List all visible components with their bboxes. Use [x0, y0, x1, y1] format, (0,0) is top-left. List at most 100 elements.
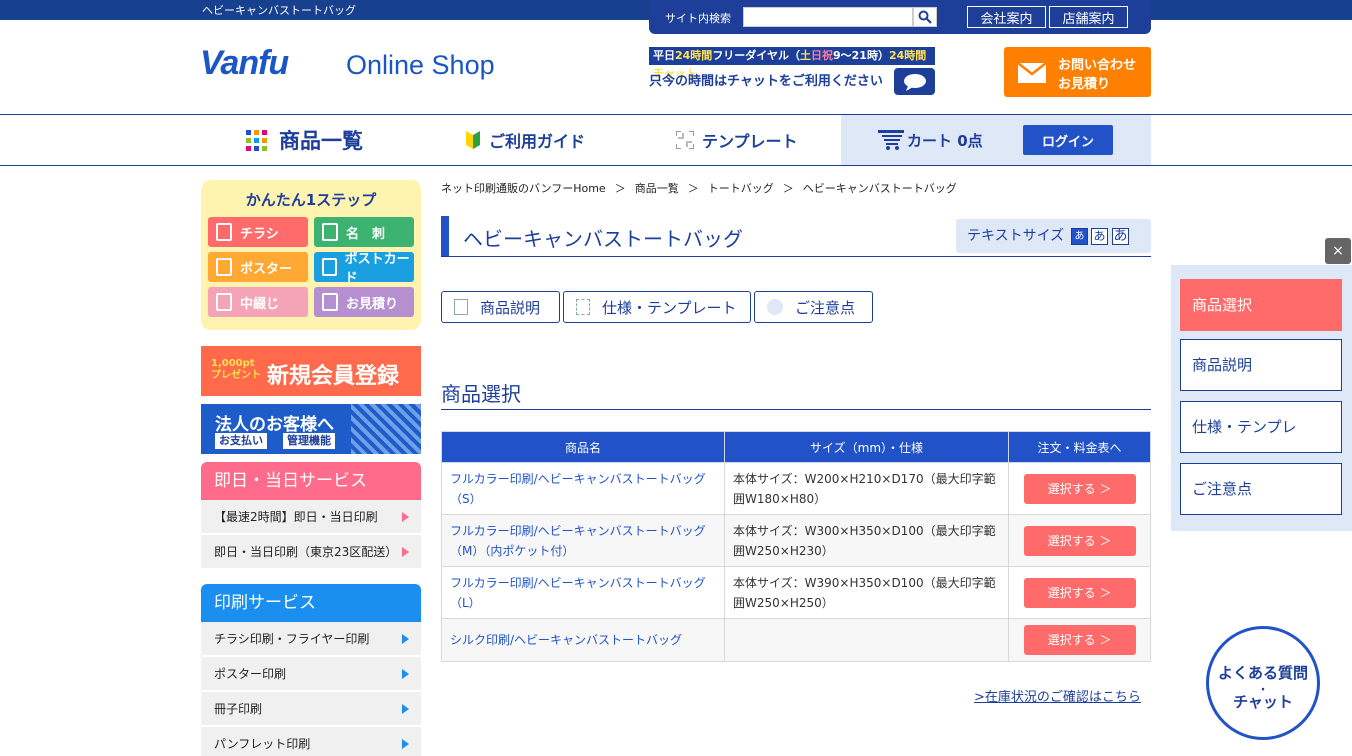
sidebar-item-label: 冊子印刷 — [214, 702, 263, 716]
breadcrumb-home[interactable]: ネット印刷通販のバンフーHome — [441, 182, 606, 195]
logo-text: Online Shop — [346, 50, 495, 80]
tab-spec-label: 仕様・テンプレート — [602, 298, 737, 317]
arrow-right-icon — [402, 704, 409, 714]
tab-notes-label: ご注意点 — [795, 298, 856, 317]
sidebar-item-label: パンフレット印刷 — [214, 737, 311, 751]
step-flyer-button[interactable]: チラシ — [208, 217, 308, 247]
sidebar-item-fastest[interactable]: 【最速2時間】即日・当日印刷 — [201, 500, 421, 534]
cart-area: カート 0点 ログイン — [841, 115, 1151, 165]
login-button[interactable]: ログイン — [1023, 125, 1113, 155]
member-signup-banner[interactable]: 1,000pt プレゼント 新規会員登録 — [201, 346, 421, 396]
product-name-link[interactable]: フルカラー印刷/ヘビーキャンバストートバッグ（L） — [441, 566, 725, 619]
sidebar-item-label: ポスター印刷 — [214, 667, 287, 681]
nav-guide[interactable]: ご利用ガイド — [466, 115, 585, 165]
step-postcard-button[interactable]: ポストカード — [314, 252, 414, 286]
select-button[interactable]: 選択する ＞ — [1023, 625, 1136, 655]
flyer-icon — [216, 223, 232, 241]
poster-icon — [216, 258, 232, 276]
breadcrumb-products[interactable]: 商品一覧 — [635, 182, 679, 195]
banner-points-gift: プレゼント — [211, 370, 261, 381]
sidebar-item-label: チラシ印刷・フライヤー印刷 — [214, 632, 370, 646]
text-size-large-button[interactable]: あ — [1112, 228, 1129, 245]
table-cell-action: 選択する ＞ — [1008, 618, 1151, 662]
chat-button[interactable] — [894, 68, 935, 95]
float-menu: 商品選択 商品説明 仕様・テンプレ ご注意点 — [1171, 265, 1352, 531]
float-item-notes[interactable]: ご注意点 — [1180, 463, 1342, 515]
product-size: 本体サイズ：W390×H350×D100（最大印字範囲W250×H250） — [724, 566, 1009, 619]
page-title-bar: ヘビーキャンバストートバッグ テキストサイズ あ あ あ — [441, 216, 1151, 257]
float-item-select[interactable]: 商品選択 — [1180, 279, 1342, 331]
logo-brand: Vanfu — [200, 44, 289, 82]
mail-icon — [1017, 62, 1047, 83]
table-row: フルカラー印刷/ヘビーキャンバストートバッグ（L） 本体サイズ：W390×H35… — [441, 566, 1151, 619]
banner-points-amount: 1,000pt — [211, 358, 255, 369]
arrow-right-icon — [402, 512, 409, 522]
sidebar-item-booklet[interactable]: 冊子印刷 — [201, 692, 421, 726]
text-size-label: テキストサイズ — [967, 228, 1065, 244]
sidebar-item-pamphlet[interactable]: パンフレット印刷 — [201, 727, 421, 756]
product-name-link[interactable]: フルカラー印刷/ヘビーキャンバストートバッグ（S） — [441, 462, 725, 515]
col-header-name: 商品名 — [441, 431, 725, 463]
phone-hours-a: 平日 — [653, 49, 675, 62]
nav-template[interactable]: テンプレート — [676, 115, 798, 165]
nav-guide-label: ご利用ガイド — [489, 132, 586, 151]
step-estimate-button[interactable]: お見積り — [314, 287, 414, 317]
search-input[interactable] — [743, 7, 913, 27]
arrow-right-icon — [402, 634, 409, 644]
arrow-right-icon — [402, 669, 409, 679]
step-estimate-label: お見積り — [346, 296, 399, 312]
page-title: ヘビーキャンバストートバッグ — [463, 227, 743, 251]
select-button[interactable]: 選択する ＞ — [1023, 577, 1136, 608]
tab-description[interactable]: 商品説明 — [441, 291, 560, 323]
banner-points: 1,000pt プレゼント — [211, 358, 261, 382]
step-booklet-button[interactable]: 中綴じ — [208, 287, 308, 317]
info-icon — [767, 299, 783, 315]
search-icon — [918, 10, 932, 24]
estimate-icon — [322, 293, 338, 311]
sidebar-item-tokyo[interactable]: 即日・当日印刷（東京23区配送） — [201, 535, 421, 569]
sidebar-item-poster[interactable]: ポスター印刷 — [201, 657, 421, 691]
template-icon — [576, 299, 590, 315]
float-item-description[interactable]: 商品説明 — [1180, 339, 1342, 391]
corporate-banner[interactable]: 法人のお客様へ お支払い 管理機能 — [201, 404, 421, 454]
text-size-medium-button[interactable]: あ — [1091, 228, 1108, 245]
breadcrumb-totebag[interactable]: トートバッグ — [708, 182, 774, 195]
float-menu-close-button[interactable]: × — [1325, 238, 1351, 264]
breadcrumb-separator: ＞ — [779, 182, 798, 195]
step-card-button[interactable]: 名 刺 — [314, 217, 414, 247]
step-poster-button[interactable]: ポスター — [208, 252, 308, 282]
select-button[interactable]: 選択する ＞ — [1023, 473, 1136, 504]
phone-hours-d: 土 — [799, 49, 811, 62]
cart-count: 0点 — [957, 132, 983, 150]
banner-corp-tag-payment: お支払い — [215, 433, 267, 449]
contact-button[interactable]: お問い合わせ お見積り — [1004, 47, 1151, 97]
search-button[interactable] — [913, 7, 937, 27]
product-table: 商品名 サイズ（mm）・仕様 注文・料金表へ フルカラー印刷/ヘビーキャンバスト… — [441, 431, 1151, 662]
site-logo[interactable]: Vanfu Online Shop — [200, 38, 510, 98]
company-link[interactable]: 会社案内 — [967, 6, 1046, 28]
store-link[interactable]: 店舗案内 — [1049, 6, 1128, 28]
float-item-spec[interactable]: 仕様・テンプレ — [1180, 401, 1342, 453]
text-size-small-button[interactable]: あ — [1071, 228, 1088, 245]
stock-status-link[interactable]: >在庫状況のご確認はこちら — [974, 686, 1141, 705]
tab-notes[interactable]: ご注意点 — [754, 291, 873, 323]
tab-spec[interactable]: 仕様・テンプレート — [563, 291, 751, 323]
faq-chat-button[interactable]: よくある質問 ・ チャット — [1206, 626, 1320, 740]
quick-step-box: かんたん1ステップ チラシ 名 刺 ポスター ポストカード 中綴じ お見積り — [201, 180, 421, 330]
nav-products[interactable]: 商品一覧 — [246, 115, 363, 165]
product-name-link[interactable]: フルカラー印刷/ヘビーキャンバストートバッグ（M）（内ポケット付） — [441, 514, 725, 567]
booklet-icon — [216, 293, 232, 311]
faq-chat-label: チャット — [1233, 693, 1293, 711]
product-name-link[interactable]: シルク印刷/ヘビーキャンバストートバッグ — [441, 618, 725, 662]
col-header-order: 注文・料金表へ — [1008, 431, 1151, 463]
cart-link[interactable]: カート 0点 — [907, 130, 983, 151]
table-row: シルク印刷/ヘビーキャンバストートバッグ 選択する ＞ — [441, 618, 1151, 662]
arrow-right-icon — [402, 547, 409, 557]
postcard-icon — [322, 258, 337, 276]
select-button[interactable]: 選択する ＞ — [1023, 525, 1136, 556]
sidebar-item-flyer[interactable]: チラシ印刷・フライヤー印刷 — [201, 622, 421, 656]
cart-icon[interactable] — [878, 130, 904, 150]
breadcrumb-current: ヘビーキャンバストートバッグ — [802, 182, 957, 195]
chat-icon — [903, 73, 926, 91]
card-icon — [322, 223, 338, 241]
